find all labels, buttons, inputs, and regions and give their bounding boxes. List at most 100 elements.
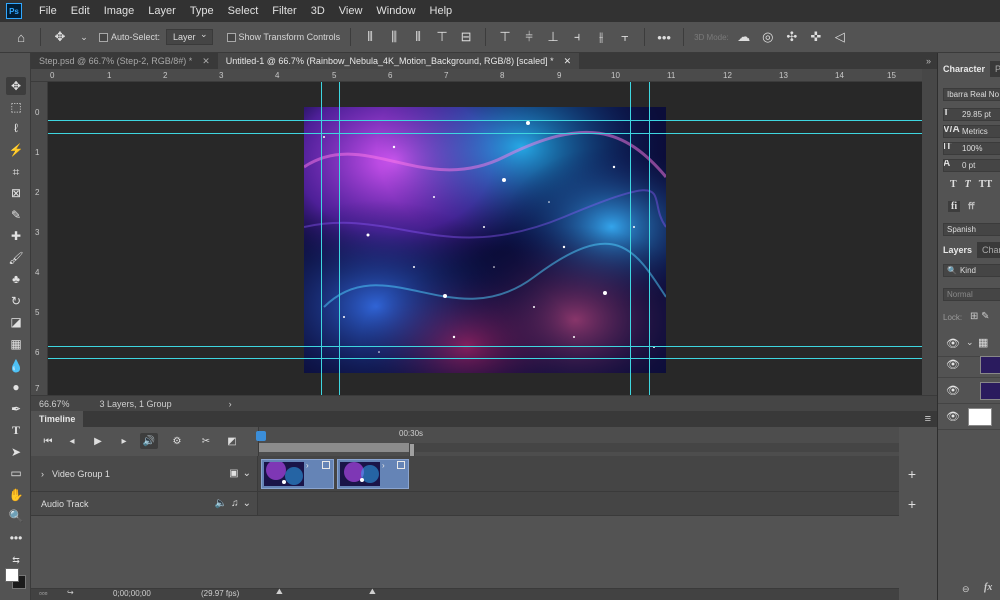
chevron-down-icon[interactable]: ⌄ — [243, 498, 251, 509]
menu-help[interactable]: Help — [423, 0, 460, 22]
current-timecode[interactable]: 0;00;00;00 — [113, 589, 151, 598]
checkbox-box[interactable] — [226, 32, 236, 42]
chevron-down-icon[interactable]: ⌄ — [966, 337, 974, 348]
chevron-right-icon[interactable]: › — [41, 469, 44, 479]
3d-pan-icon[interactable]: ✣ — [783, 29, 801, 45]
distribute-middle-icon[interactable]: ⫩ — [520, 29, 538, 45]
tab-channels[interactable]: Chan — [977, 242, 1000, 258]
tab-character[interactable]: Character — [938, 61, 991, 77]
render-video-icon[interactable]: ▫▫▫ — [39, 589, 48, 598]
ligatures-button[interactable]: fi — [948, 201, 961, 212]
menu-view[interactable]: View — [332, 0, 370, 22]
guide-vertical[interactable] — [649, 82, 650, 395]
guide-vertical[interactable] — [321, 82, 322, 395]
video-clip[interactable]: › — [337, 459, 409, 489]
add-media-icon[interactable]: + — [905, 466, 919, 482]
auto-select-dropdown[interactable]: Layer — [166, 29, 213, 45]
tab-overflow-icon[interactable]: » — [920, 53, 937, 69]
layer-row-background[interactable]: 👁 — [938, 404, 1000, 430]
clip-options-icon[interactable] — [397, 461, 405, 469]
clone-stamp-icon[interactable]: ♣ — [6, 270, 26, 288]
clip-options-icon[interactable] — [322, 461, 330, 469]
guide-horizontal[interactable] — [48, 133, 922, 134]
marquee-tool-icon[interactable]: ⬚ — [6, 98, 26, 116]
layer-row[interactable]: 👁 — [938, 352, 1000, 378]
checkbox-box[interactable] — [99, 32, 108, 42]
lasso-tool-icon[interactable]: ℓ — [6, 119, 26, 137]
eraser-tool-icon[interactable]: ◪ — [6, 313, 26, 331]
track-body[interactable]: › › — [258, 456, 899, 491]
timeline-ruler[interactable]: 00:30s — [256, 427, 900, 457]
chevron-down-icon[interactable]: ⌄ — [243, 468, 251, 479]
align-right-icon[interactable]: ⫴ — [409, 29, 427, 45]
audio-icon[interactable]: 🔊 — [140, 433, 158, 449]
discretionary-ligatures-button[interactable]: ﬀ — [968, 201, 974, 212]
foreground-color-swatch[interactable] — [5, 568, 19, 582]
align-left-icon[interactable]: ⫴ — [361, 29, 379, 45]
show-transform-checkbox[interactable]: Show Transform Controls — [226, 32, 340, 42]
next-frame-icon[interactable]: ▸ — [115, 433, 133, 449]
video-clip[interactable]: › — [261, 459, 334, 489]
guide-vertical[interactable] — [339, 82, 340, 395]
vertical-scale-field[interactable]: IT 100% — [943, 142, 1000, 155]
gradient-tool-icon[interactable]: ▦ — [6, 335, 26, 353]
eyedropper-icon[interactable]: ✎ — [6, 206, 26, 224]
link-layers-icon[interactable]: ⊖ — [962, 584, 970, 595]
canvas-workarea[interactable] — [48, 82, 922, 395]
faux-italic-button[interactable]: T — [965, 179, 971, 190]
work-area-bar[interactable] — [259, 443, 414, 452]
healing-brush-icon[interactable]: ✚ — [6, 227, 26, 245]
path-selection-icon[interactable]: ➤ — [6, 443, 26, 461]
distribute-center-icon[interactable]: ⫲ — [592, 29, 610, 45]
menu-3d[interactable]: 3D — [304, 0, 332, 22]
all-caps-button[interactable]: TT — [979, 179, 992, 190]
swap-colors-icon[interactable]: ⇆ — [6, 551, 26, 569]
blur-tool-icon[interactable]: 💧 — [6, 357, 26, 375]
menu-window[interactable]: Window — [369, 0, 422, 22]
hand-tool-icon[interactable]: ✋ — [6, 486, 26, 504]
close-icon[interactable]: ✕ — [202, 56, 210, 67]
menu-file[interactable]: File — [32, 0, 64, 22]
3d-scale-icon[interactable]: ◁ — [831, 29, 849, 45]
music-note-icon[interactable]: ♫ — [231, 498, 239, 509]
blend-mode-dropdown[interactable]: Normal — [943, 288, 1000, 301]
split-at-playhead-icon[interactable]: ✂ — [197, 433, 215, 449]
move-tool-icon[interactable]: ✥ — [6, 77, 26, 95]
brush-tool-icon[interactable]: 🖌 — [6, 249, 26, 267]
add-audio-icon[interactable]: + — [905, 496, 919, 512]
distribute-left-icon[interactable]: ⫞ — [568, 29, 586, 45]
menu-image[interactable]: Image — [97, 0, 142, 22]
type-tool-icon[interactable]: T — [6, 421, 26, 439]
zoom-out-icon[interactable]: ⛰ — [276, 587, 283, 597]
frame-tool-icon[interactable]: ⊠ — [6, 184, 26, 202]
more-options-icon[interactable]: ••• — [655, 30, 673, 45]
close-icon[interactable]: ✕ — [564, 56, 572, 67]
magic-wand-icon[interactable]: ⚡ — [6, 141, 26, 159]
lock-pixels-icon[interactable]: ⊞ ✎ — [970, 311, 990, 322]
tab-timeline[interactable]: Timeline — [31, 411, 84, 427]
menu-filter[interactable]: Filter — [265, 0, 303, 22]
dodge-tool-icon[interactable]: ● — [6, 378, 26, 396]
tab-untitled-1[interactable]: Untitled-1 @ 66.7% (Rainbow_Nebula_4K_Mo… — [217, 53, 580, 69]
distribute-right-icon[interactable]: ⫟ — [616, 29, 634, 45]
track-body[interactable] — [258, 492, 899, 515]
guide-horizontal[interactable] — [48, 120, 922, 121]
tab-layers[interactable]: Layers — [938, 242, 978, 258]
playhead[interactable] — [256, 431, 266, 441]
guide-horizontal[interactable] — [48, 346, 922, 347]
layer-row[interactable]: 👁 — [938, 378, 1000, 404]
move-tool-icon[interactable]: ✥ — [51, 29, 69, 45]
guide-horizontal[interactable] — [48, 358, 922, 359]
language-field[interactable]: Spanish — [943, 223, 1000, 236]
color-swatches[interactable] — [5, 568, 27, 590]
zoom-tool-icon[interactable]: 🔍 — [6, 507, 26, 525]
eye-icon[interactable]: 👁 — [946, 337, 960, 350]
align-middle-icon[interactable]: ⊟ — [457, 29, 475, 45]
align-center-icon[interactable]: ⫼ — [385, 29, 403, 45]
crop-tool-icon[interactable]: ⌗ — [6, 163, 26, 181]
3d-slide-icon[interactable]: ✜ — [807, 29, 825, 45]
tab-paragraph[interactable]: Pa — [990, 61, 1000, 77]
vertical-scrollbar[interactable] — [922, 69, 937, 395]
rectangle-tool-icon[interactable]: ▭ — [6, 464, 26, 482]
eye-icon[interactable]: 👁 — [946, 384, 960, 397]
